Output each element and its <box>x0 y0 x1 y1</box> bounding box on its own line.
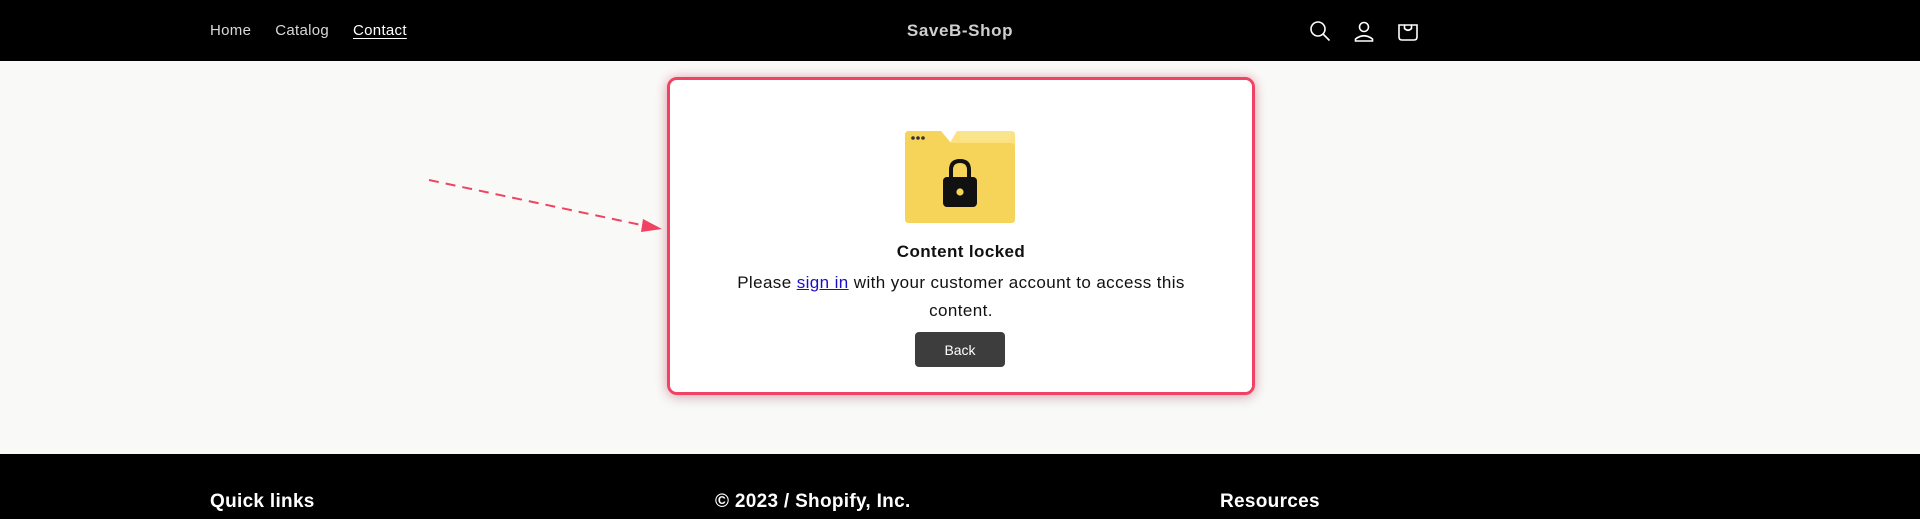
cart-icon[interactable] <box>1394 17 1422 45</box>
header-icons <box>1306 0 1422 61</box>
locked-folder-icon <box>905 131 1015 223</box>
annotation-arrow <box>428 179 662 232</box>
modal-message: Please sign in with your customer accoun… <box>737 273 1185 320</box>
site-footer: Quick links © 2023 / Shopify, Inc. Resou… <box>0 454 1920 519</box>
sign-in-link[interactable]: sign in <box>797 273 849 292</box>
back-button[interactable]: Back <box>915 332 1005 367</box>
footer-copyright: © 2023 / Shopify, Inc. <box>715 491 911 512</box>
content-locked-card: Content locked Please sign in with your … <box>670 80 1252 392</box>
site-header: Home Catalog Contact SaveB-Shop <box>0 0 1920 61</box>
footer-resources-heading: Resources <box>1220 491 1320 512</box>
nav-contact-link[interactable]: Contact <box>353 22 407 39</box>
footer-quick-links-heading: Quick links <box>210 491 315 512</box>
search-icon[interactable] <box>1306 17 1334 45</box>
nav-catalog-link[interactable]: Catalog <box>275 22 329 39</box>
nav-home-link[interactable]: Home <box>210 22 251 39</box>
main-nav: Home Catalog Contact <box>210 0 407 61</box>
account-icon[interactable] <box>1350 17 1378 45</box>
modal-title: Content locked <box>896 242 1026 261</box>
